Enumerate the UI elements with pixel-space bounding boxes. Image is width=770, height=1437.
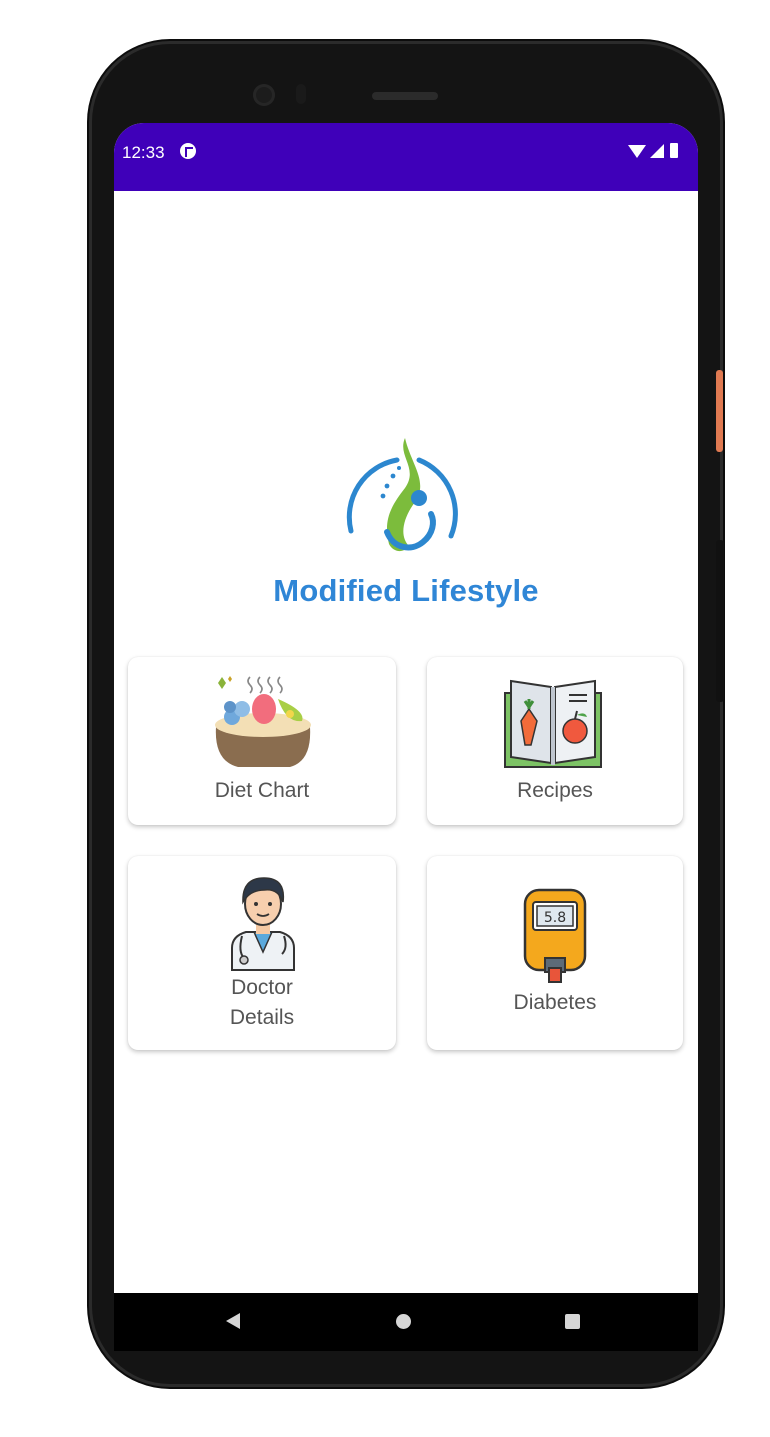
app-title: Modified Lifestyle xyxy=(273,573,539,608)
proximity-sensor xyxy=(296,84,306,104)
power-button xyxy=(716,370,723,452)
diet-chart-label: Diet Chart xyxy=(214,779,310,802)
status-bar: 12:33 xyxy=(114,123,698,191)
logo-icon xyxy=(346,438,458,552)
doctor-label-line1: Doctor xyxy=(231,976,293,999)
diet-chart-card[interactable]: Diet Chart xyxy=(128,657,396,825)
front-camera xyxy=(253,84,275,106)
diabetes-card[interactable]: 5.8 Diabetes xyxy=(427,856,683,1050)
wifi-icon xyxy=(628,145,646,158)
recipes-card[interactable]: Recipes xyxy=(427,657,683,825)
home-icon[interactable] xyxy=(396,1314,411,1329)
doctor-details-card[interactable]: Doctor Details xyxy=(128,856,396,1050)
signal-icon xyxy=(650,144,664,158)
fruit-tart-icon xyxy=(215,676,311,767)
battery-icon xyxy=(670,143,678,158)
back-icon[interactable] xyxy=(226,1313,240,1329)
status-icons xyxy=(628,143,688,161)
earpiece-speaker xyxy=(372,92,438,100)
app-screen: 12:33 Modified Lifestyle Diet Chart Reci… xyxy=(114,123,698,1293)
status-time: 12:33 xyxy=(122,143,165,162)
glucometer-reading: 5.8 xyxy=(544,910,566,926)
doctor-label-line2: Details xyxy=(229,1006,295,1029)
navigation-bar xyxy=(114,1293,698,1351)
recipes-label: Recipes xyxy=(517,779,593,802)
doctor-icon xyxy=(231,877,295,971)
notification-p-icon xyxy=(180,143,196,159)
app-logo xyxy=(339,436,474,566)
volume-button xyxy=(716,540,724,702)
glucometer-icon: 5.8 xyxy=(523,888,587,983)
diabetes-label: Diabetes xyxy=(513,991,597,1014)
recents-icon[interactable] xyxy=(565,1314,580,1329)
recipe-book-icon xyxy=(504,679,602,768)
